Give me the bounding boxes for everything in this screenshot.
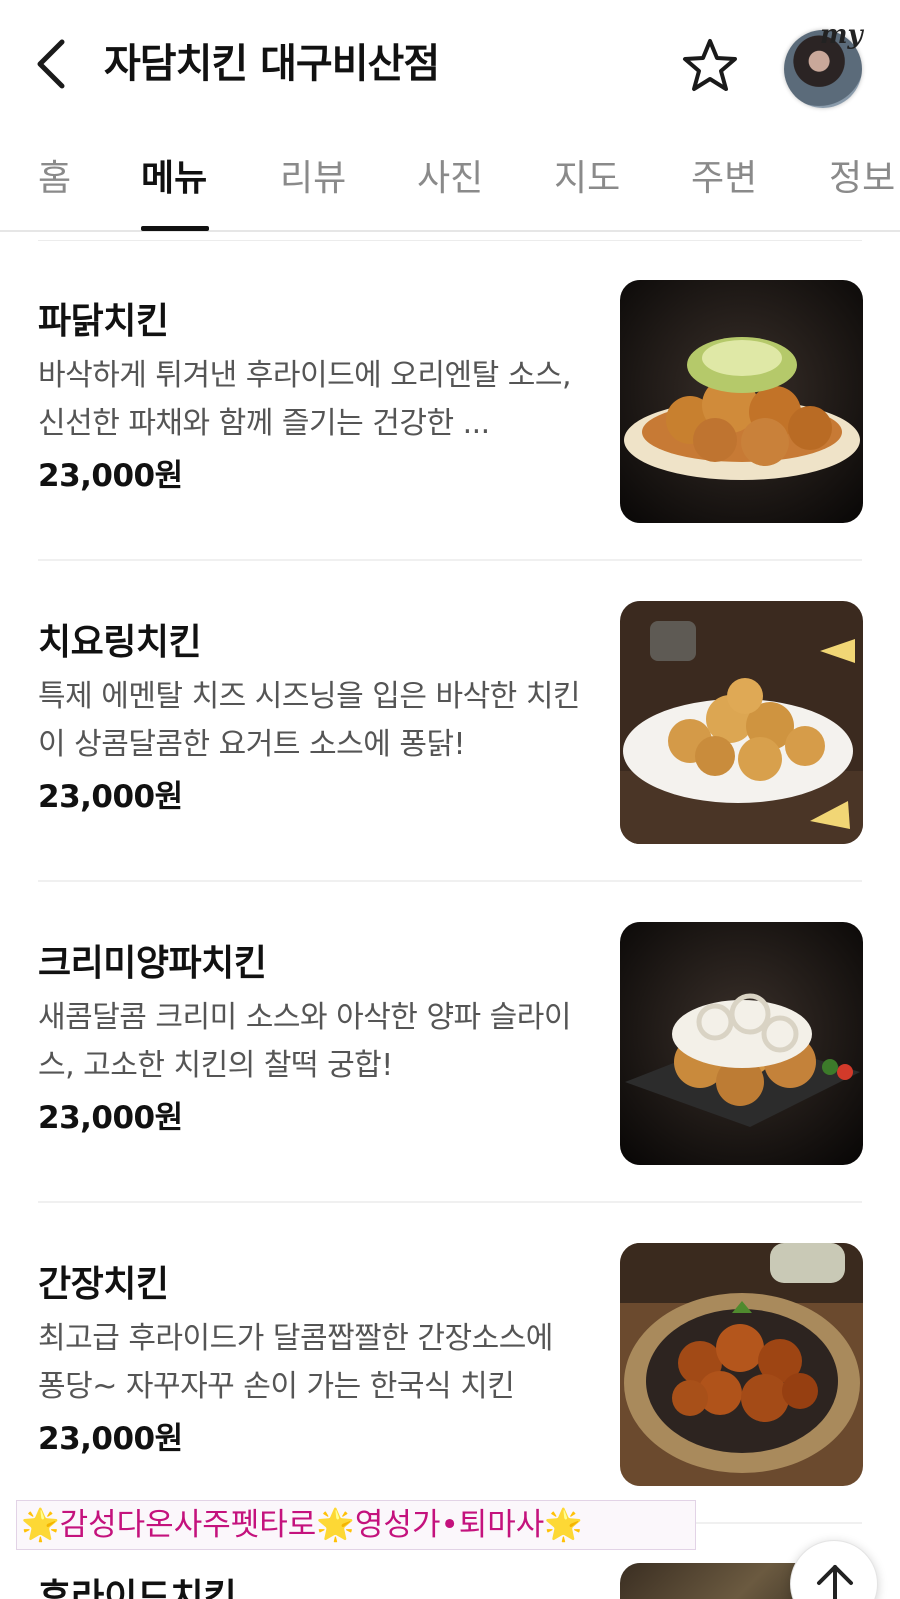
promo-text-1: 감성다온사주펫타로 xyxy=(59,1507,317,1543)
menu-item-name: 간장치킨 xyxy=(38,1264,169,1305)
menu-item-price: 23,000원 xyxy=(38,458,183,494)
tab-menu[interactable]: 메뉴 xyxy=(141,154,207,204)
my-badge: my xyxy=(820,20,863,50)
profile-button[interactable]: my xyxy=(780,20,864,110)
arrow-up-icon xyxy=(817,1565,853,1599)
menu-item-name: 파닭치킨 xyxy=(38,301,169,342)
favorite-button[interactable] xyxy=(680,36,740,96)
tab-home[interactable]: 홈 xyxy=(38,154,71,204)
menu-item-name: 크리미양파치킨 xyxy=(38,943,267,984)
store-title: 자담치킨 대구비산점 xyxy=(104,41,440,87)
menu-item-price: 23,000원 xyxy=(38,1421,183,1457)
menu-item-description: 새콤달콤 크리미 소스와 아삭한 양파 슬라이스, 고소한 치킨의 찰떡 궁합! xyxy=(38,1000,571,1083)
active-tab-indicator xyxy=(141,226,209,231)
chevron-left-icon xyxy=(37,39,65,89)
menu-item-description: 특제 에멘탈 치즈 시즈닝을 입은 바삭한 치킨이 상콤달콤한 요거트 소스에 … xyxy=(38,679,581,762)
menu-item-photo xyxy=(620,922,863,1165)
menu-item-photo xyxy=(620,1243,863,1486)
star-outline-icon xyxy=(683,39,737,91)
tab-info[interactable]: 정보 xyxy=(829,154,895,204)
sparkle-star-icon: 🌟 xyxy=(544,1507,583,1543)
menu-item-name-partial[interactable]: 후라이드치킨 xyxy=(38,1574,237,1599)
tab-reviews[interactable]: 리뷰 xyxy=(280,154,346,204)
menu-item-description: 바삭하게 튀겨낸 후라이드에 오리엔탈 소스, 신선한 파채와 함께 즐기는 건… xyxy=(38,358,571,441)
promo-banner: 🌟감성다온사주펫타로🌟영성가•퇴마사🌟 xyxy=(16,1500,696,1550)
menu-item-photo xyxy=(620,280,863,523)
menu-item-name: 치요링치킨 xyxy=(38,622,202,663)
menu-item-creamy-onion-chicken[interactable]: 크리미양파치킨 새콤달콤 크리미 소스와 아삭한 양파 슬라이스, 고소한 치킨… xyxy=(0,882,900,1203)
sparkle-star-icon: 🌟 xyxy=(316,1507,355,1543)
menu-item-description: 최고급 후라이드가 달콤짭짤한 간장소스에 퐁당~ 자꾸자꾸 손이 가는 한국식… xyxy=(38,1321,553,1404)
tab-nearby[interactable]: 주변 xyxy=(691,154,757,204)
tab-photos[interactable]: 사진 xyxy=(417,154,483,204)
menu-item-photo xyxy=(620,601,863,844)
tab-bar: 홈 메뉴 리뷰 사진 지도 주변 정보 xyxy=(0,130,900,232)
menu-item-padak-chicken[interactable]: 파닭치킨 바삭하게 튀겨낸 후라이드에 오리엔탈 소스, 신선한 파채와 함께 … xyxy=(0,240,900,561)
menu-item-chiyoring-chicken[interactable]: 치요링치킨 특제 에멘탈 치즈 시즈닝을 입은 바삭한 치킨이 상콤달콤한 요거… xyxy=(0,561,900,882)
top-bar: 자담치킨 대구비산점 my xyxy=(0,0,900,130)
sparkle-star-icon: 🌟 xyxy=(21,1507,60,1543)
menu-item-soy-sauce-chicken[interactable]: 간장치킨 최고급 후라이드가 달콤짭짤한 간장소스에 퐁당~ 자꾸자꾸 손이 가… xyxy=(0,1203,900,1524)
promo-text-2: 영성가•퇴마사 xyxy=(354,1507,545,1543)
menu-item-price: 23,000원 xyxy=(38,779,183,815)
back-button[interactable] xyxy=(30,36,76,92)
tab-map[interactable]: 지도 xyxy=(554,154,620,204)
scroll-to-top-button[interactable] xyxy=(790,1540,878,1599)
menu-item-price: 23,000원 xyxy=(38,1100,183,1136)
